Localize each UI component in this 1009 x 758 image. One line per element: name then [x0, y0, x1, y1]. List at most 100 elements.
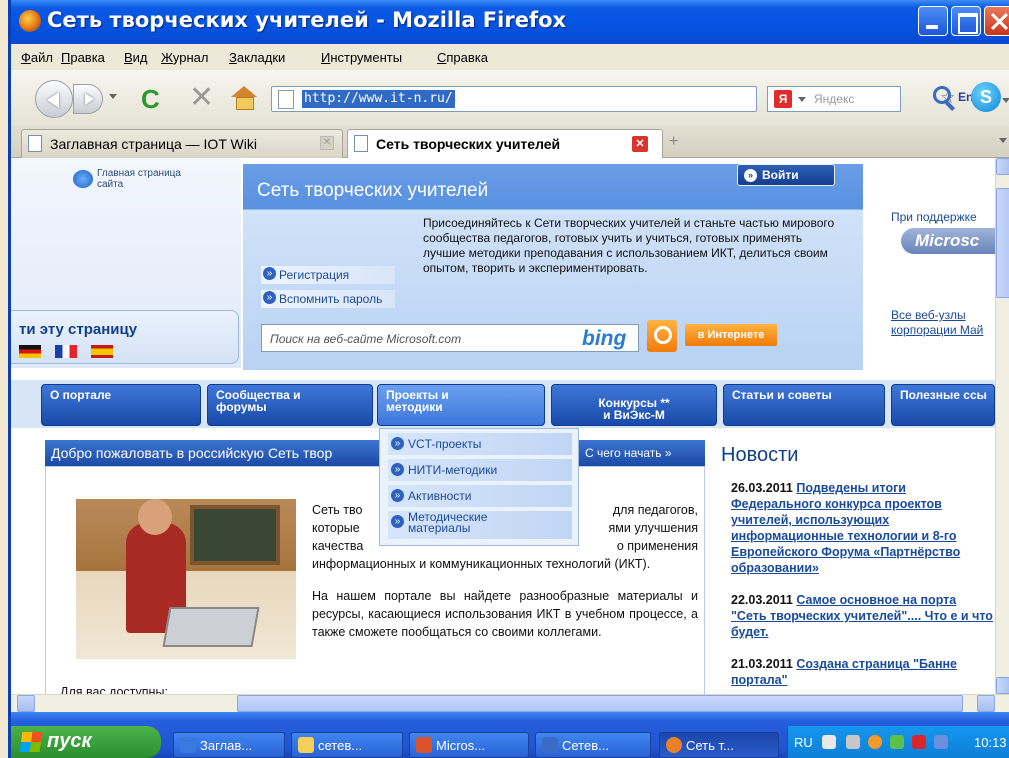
url-text[interactable]: http://www.it-n.ru/ [302, 90, 455, 108]
french-flag-icon[interactable] [55, 345, 77, 358]
firefox-icon [666, 737, 682, 753]
scroll-down-button[interactable] [996, 677, 1009, 694]
nav-contests[interactable]: Конкурсы ** и ВиЭкс-М [551, 384, 717, 426]
home-icon[interactable] [231, 86, 257, 110]
vertical-scrollbar[interactable] [995, 158, 1009, 694]
firefox-icon [19, 10, 41, 32]
para-1-a: Сеть тво [312, 503, 363, 517]
nav-articles[interactable]: Статьи и советы [723, 384, 885, 426]
remember-password-link[interactable]: Вспомнить пароль [261, 290, 395, 308]
para-2: На нашем портале вы найдете разнообразны… [312, 589, 698, 639]
folder-icon [298, 737, 314, 753]
engine-dropdown-icon[interactable] [798, 97, 806, 102]
taskbar-item[interactable]: сетев... [291, 732, 403, 758]
update-icon[interactable] [868, 735, 882, 749]
horizontal-scrollbar[interactable] [11, 694, 1009, 712]
close-tab-icon[interactable]: ✕ [632, 136, 648, 152]
nav-useful[interactable]: Полезные ссы [891, 384, 995, 426]
scroll-right-button[interactable] [977, 695, 995, 712]
menu-file[interactable]: Файл [21, 50, 53, 65]
search-go-button[interactable] [647, 320, 677, 352]
tab-label: Сеть творческих учителей [376, 136, 561, 152]
dropdown-item-activities[interactable]: Активности [388, 485, 572, 507]
getting-started-link[interactable]: С чего начать » [585, 446, 672, 460]
vertical-scroll-thumb[interactable] [996, 188, 1009, 298]
scroll-left-button[interactable] [17, 695, 35, 712]
horizontal-scroll-thumb[interactable] [237, 695, 963, 712]
news-link[interactable]: Подведены итоги Федерального конкурса пр… [731, 481, 960, 575]
menu-help[interactable]: Справка [437, 50, 488, 65]
home-globe-icon[interactable] [73, 170, 93, 188]
stop-icon[interactable]: ✕ [189, 80, 214, 115]
system-tray: RU 10:13 [787, 726, 1009, 758]
new-tab-icon[interactable]: + [669, 133, 678, 151]
nav-label: О портале [50, 388, 112, 402]
taskbar-item[interactable]: Сетев... [535, 732, 651, 758]
nav-label: Полезные ссы [900, 388, 987, 402]
nav-about[interactable]: О портале [41, 384, 201, 426]
monitor-icon[interactable] [934, 735, 948, 749]
clock[interactable]: 10:13 [974, 735, 1007, 750]
url-dropdown-icon[interactable] [1002, 98, 1009, 103]
dropdown-item-vct[interactable]: VCT-проекты [388, 433, 572, 455]
tab-teachers-network[interactable]: Сеть творческих учителей ✕ [347, 129, 663, 158]
german-flag-icon[interactable] [19, 345, 41, 358]
taskbar-item-active[interactable]: Сеть т... [659, 732, 779, 758]
site-search-input[interactable]: Поиск на веб-сайте Microsoft.com bing [261, 324, 639, 352]
web-content: Главная страница сайта ти эту страницу С… [11, 158, 995, 694]
skype-icon[interactable]: S [971, 82, 1001, 112]
task-label: Сетев... [562, 738, 609, 753]
back-button[interactable] [35, 80, 73, 118]
portal-nav: О портале Сообщества и форумы Проекты и … [11, 380, 995, 428]
close-tab-icon[interactable]: ✕ [320, 136, 334, 150]
menu-history[interactable]: Журнал [161, 50, 208, 65]
ms-link-line1[interactable]: Все веб-узлы [891, 308, 983, 323]
ms-link-line2[interactable]: корпорации Май [891, 323, 983, 338]
antivirus-icon[interactable] [912, 735, 926, 749]
task-label: Сеть т... [686, 738, 734, 753]
para-1-b: для педагогов, [612, 503, 698, 517]
spanish-flag-icon[interactable] [91, 345, 113, 358]
windows-logo-icon [19, 732, 43, 752]
taskbar-item[interactable]: Micros... [409, 732, 529, 758]
forward-button[interactable] [73, 84, 103, 114]
menu-tools[interactable]: Инструменты [321, 50, 402, 65]
register-link[interactable]: Регистрация [261, 266, 395, 284]
network-icon[interactable] [846, 735, 860, 749]
close-button[interactable] [984, 6, 1009, 36]
search-internet-button[interactable]: в Интернете [685, 324, 777, 346]
dropdown-item-materials[interactable]: Методические материалы [388, 511, 572, 539]
nav-communities[interactable]: Сообщества и форумы [207, 384, 373, 426]
tab-list-icon[interactable] [999, 138, 1007, 143]
scroll-up-button[interactable] [996, 158, 1009, 175]
tab-iot-wiki[interactable]: Заглавная страница — IOT Wiki ✕ [21, 129, 343, 158]
menu-bookmarks[interactable]: Закладки [229, 50, 285, 65]
login-button[interactable]: » Войти [737, 164, 835, 186]
search-engine-input[interactable]: Яндекс [814, 92, 854, 106]
home-link[interactable]: Главная страница сайта [97, 168, 187, 190]
address-bar[interactable]: http://www.it-n.ru/ ☆ En [271, 86, 1009, 112]
maximize-button[interactable] [951, 6, 981, 36]
menu-edit[interactable]: Правка [61, 50, 105, 65]
title-bar: Сеть творческих учителей - Mozilla Firef… [11, 0, 1009, 44]
translate-title[interactable]: ти эту страницу [19, 321, 137, 338]
search-engine-box[interactable]: Я Яндекс [767, 86, 901, 112]
taskbar-item[interactable]: Заглав... [173, 732, 285, 758]
history-dropdown-icon[interactable] [109, 94, 117, 99]
window-title: Сеть творческих учителей - Mozilla Firef… [47, 8, 567, 32]
available-label: Для вас доступны: [60, 685, 168, 694]
minimize-button[interactable] [918, 6, 948, 36]
nav-projects[interactable]: Проекты и методики [377, 384, 545, 426]
menu-view[interactable]: Вид [124, 50, 148, 65]
yandex-icon[interactable]: Я [774, 90, 792, 108]
reload-icon[interactable]: C [141, 84, 160, 115]
banner-title: Сеть творческих учителей [257, 180, 489, 201]
help-icon[interactable] [822, 735, 836, 749]
microsoft-sites-link[interactable]: Все веб-узлы корпорации Май [891, 308, 983, 338]
microsoft-logo[interactable]: Microsc [901, 228, 995, 254]
start-button[interactable]: пуск [11, 726, 161, 758]
dropdown-item-niti[interactable]: НИТИ-методики [388, 459, 572, 481]
input-language[interactable]: RU [794, 735, 813, 750]
search-icon[interactable] [933, 86, 951, 104]
security-icon[interactable] [890, 735, 904, 749]
